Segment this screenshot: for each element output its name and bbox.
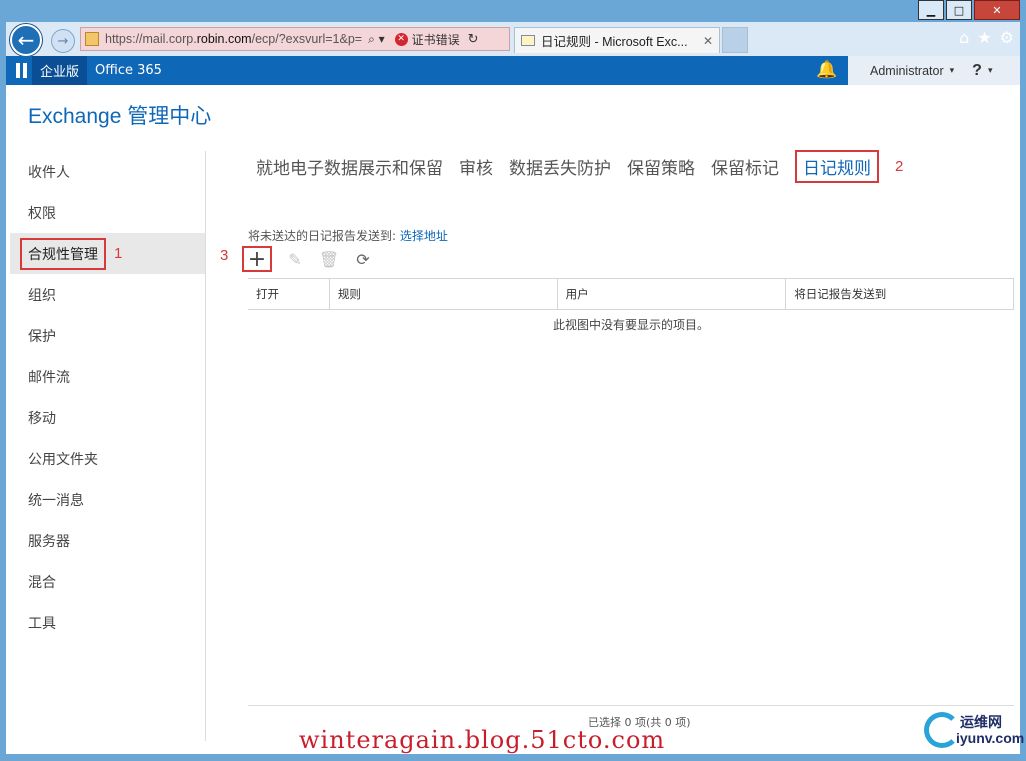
help-icon[interactable]: ? bbox=[972, 62, 982, 80]
cert-error-label[interactable]: 证书错误 bbox=[412, 31, 460, 48]
user-name[interactable]: Administrator bbox=[870, 64, 944, 78]
annotation-3: 3 bbox=[220, 247, 229, 264]
chevron-down-icon: ▾ bbox=[949, 65, 955, 75]
undeliverable-reports-label: 将未送达的日记报告发送到: bbox=[248, 229, 397, 243]
tab-auditing[interactable]: 审核 bbox=[459, 154, 493, 179]
tab-journal-rules[interactable]: 日记规则 bbox=[795, 150, 879, 183]
maximize-button[interactable]: □ bbox=[946, 0, 972, 20]
browser-toolbar: ← → https://mail.corp.robin.com/ecp/?exs… bbox=[6, 22, 1020, 56]
annotation-1: 1 bbox=[114, 245, 123, 262]
tools-gear-icon[interactable]: ⚙ bbox=[1000, 28, 1014, 47]
column-header-send-reports-to[interactable]: 将日记报告发送到 bbox=[785, 279, 1013, 309]
nav-item-tools[interactable]: 工具 bbox=[10, 602, 205, 643]
select-address-link[interactable]: 选择地址 bbox=[400, 229, 448, 243]
home-icon[interactable]: ⌂ bbox=[959, 28, 969, 47]
iyunv-logo: 运维网 iyunv.com bbox=[924, 708, 1024, 752]
nav-item-label: 合规性管理 bbox=[20, 237, 106, 270]
toolbar: + ✎ 🗑 ⟳ bbox=[242, 246, 374, 272]
suite-link-office365[interactable]: Office 365 bbox=[87, 56, 170, 85]
back-arrow-icon: ← bbox=[17, 28, 35, 52]
tab-retention-policies[interactable]: 保留策略 bbox=[627, 154, 695, 179]
notification-bell-icon[interactable]: 🔔 bbox=[816, 60, 837, 80]
table-header: 打开 规则 用户 将日记报告发送到 bbox=[248, 278, 1014, 310]
logo-line-2: iyunv.com bbox=[956, 730, 1025, 746]
nav-item-unified-messaging[interactable]: 统一消息 bbox=[10, 479, 205, 520]
nav-item-mail-flow[interactable]: 邮件流 bbox=[10, 356, 205, 397]
edit-pencil-icon[interactable]: ✎ bbox=[284, 250, 306, 269]
minimize-button[interactable]: ▁ bbox=[918, 0, 944, 20]
window-controls: ▁ □ ✕ bbox=[918, 0, 1020, 20]
tab-data-loss-prevention[interactable]: 数据丢失防护 bbox=[509, 154, 611, 179]
nav-item-mobile[interactable]: 移动 bbox=[10, 397, 205, 438]
mail-icon bbox=[521, 35, 535, 46]
undeliverable-reports-line: 将未送达的日记报告发送到: 选择地址 bbox=[248, 227, 448, 244]
suite-link-enterprise[interactable]: 企业版 bbox=[32, 56, 88, 85]
footer-divider bbox=[248, 705, 1014, 706]
watermark-text: winteragain.blog.51cto.com bbox=[299, 726, 666, 754]
browser-icons: ⌂ ★ ⚙ bbox=[959, 28, 1014, 47]
nav-item-protection[interactable]: 保护 bbox=[10, 315, 205, 356]
nav-item-public-folders[interactable]: 公用文件夹 bbox=[10, 438, 205, 479]
journal-rules-table: 打开 规则 用户 将日记报告发送到 此视图中没有要显示的项目。 bbox=[248, 278, 1014, 333]
empty-table-message: 此视图中没有要显示的项目。 bbox=[552, 318, 709, 332]
user-menu[interactable]: Administrator ▾ ? ▾ bbox=[848, 56, 1020, 85]
page-title: Exchange 管理中心 bbox=[28, 105, 212, 128]
address-bar[interactable]: https://mail.corp.robin.com/ecp/?exsvurl… bbox=[80, 27, 510, 51]
office-logo-icon[interactable] bbox=[10, 56, 32, 85]
help-chevron-down-icon: ▾ bbox=[987, 65, 993, 75]
logo-line-1: 运维网 bbox=[960, 715, 1002, 731]
add-icon[interactable]: + bbox=[242, 246, 272, 272]
column-header-on[interactable]: 打开 bbox=[248, 279, 329, 309]
nav-item-organization[interactable]: 组织 bbox=[10, 274, 205, 315]
refresh-icon[interactable]: ↻ bbox=[468, 32, 479, 47]
nav-item-hybrid[interactable]: 混合 bbox=[10, 561, 205, 602]
forward-arrow-icon: → bbox=[57, 33, 69, 49]
new-tab-button[interactable] bbox=[722, 27, 748, 53]
left-navigation: 收件人 权限 合规性管理 1 组织 保护 邮件流 移动 公用文件夹 统一消息 服务… bbox=[10, 151, 206, 741]
favorites-icon[interactable]: ★ bbox=[977, 28, 991, 47]
forward-button[interactable]: → bbox=[51, 29, 75, 53]
nav-item-servers[interactable]: 服务器 bbox=[10, 520, 205, 561]
back-button[interactable]: ← bbox=[10, 24, 42, 56]
nav-item-recipients[interactable]: 收件人 bbox=[10, 151, 205, 192]
close-button[interactable]: ✕ bbox=[974, 0, 1020, 20]
compliance-tabs: 就地电子数据展示和保留 审核 数据丢失防护 保留策略 保留标记 日记规则 2 bbox=[256, 150, 903, 183]
column-header-user[interactable]: 用户 bbox=[556, 279, 786, 309]
suite-bar: 企业版 Office 365 🔔 Administrator ▾ ? ▾ bbox=[6, 56, 1020, 85]
cert-error-icon: ✕ bbox=[394, 32, 408, 46]
tab-close-icon[interactable]: ✕ bbox=[703, 34, 713, 48]
url-text[interactable]: https://mail.corp.robin.com/ecp/?exsvurl… bbox=[105, 32, 362, 46]
nav-item-permissions[interactable]: 权限 bbox=[10, 192, 205, 233]
nav-item-compliance[interactable]: 合规性管理 1 bbox=[10, 233, 205, 274]
browser-window: ▁ □ ✕ ← → https://mail.corp.robin.com/ec… bbox=[0, 0, 1026, 761]
search-dropdown-icon[interactable]: ⌕ ▾ bbox=[368, 32, 385, 47]
browser-tab[interactable]: 日记规则 - Microsoft Exc... ✕ bbox=[514, 27, 720, 53]
tab-retention-tags[interactable]: 保留标记 bbox=[711, 154, 779, 179]
logo-ring-icon bbox=[924, 712, 960, 748]
delete-trash-icon[interactable]: 🗑 bbox=[318, 250, 340, 269]
tab-title: 日记规则 - Microsoft Exc... bbox=[541, 35, 688, 49]
annotation-2: 2 bbox=[895, 158, 904, 175]
refresh-icon[interactable]: ⟳ bbox=[352, 250, 374, 269]
tab-in-place-ediscovery[interactable]: 就地电子数据展示和保留 bbox=[256, 154, 443, 179]
page-icon bbox=[85, 32, 99, 46]
eac-app: 企业版 Office 365 🔔 Administrator ▾ ? ▾ Exc… bbox=[6, 56, 1024, 754]
column-header-rule[interactable]: 规则 bbox=[328, 279, 557, 309]
